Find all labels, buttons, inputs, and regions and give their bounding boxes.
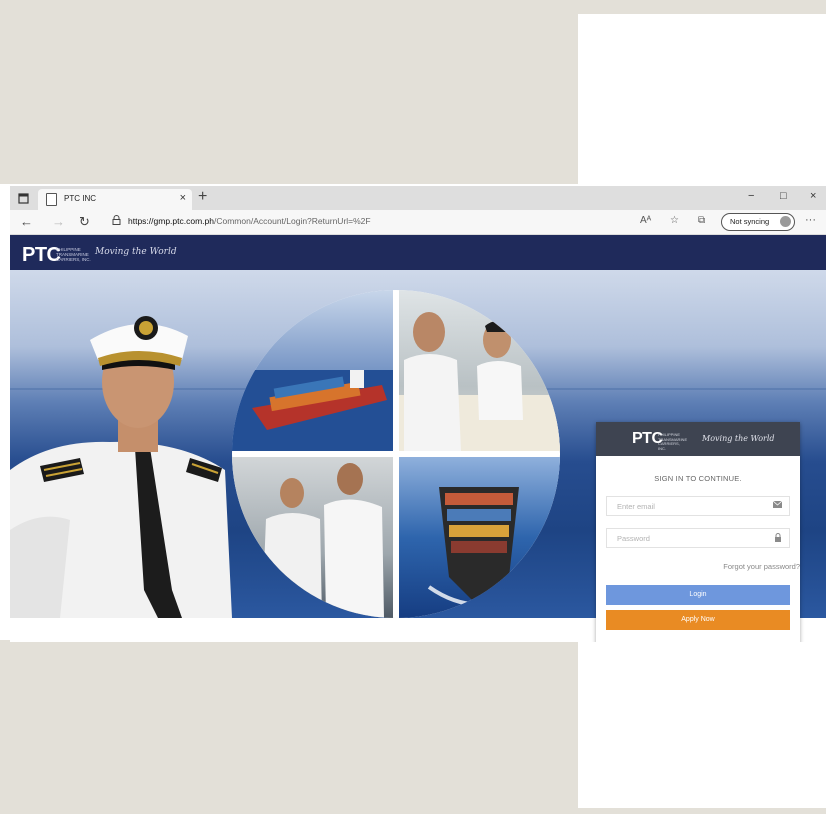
hero-banner: PTC PHILIPPINE TRANSMARINE CARRIERS, INC… (10, 270, 826, 642)
back-icon[interactable]: ← (20, 214, 33, 229)
page-icon (46, 193, 57, 206)
login-button[interactable]: Login (606, 585, 790, 605)
sign-in-title: SIGN IN TO CONTINUE. (654, 474, 742, 483)
tab-title: PTC INC (64, 194, 96, 203)
card-logo-subtext: PHILIPPINE TRANSMARINE CARRIERS, INC. (658, 432, 688, 451)
address-bar: ← → ↻ https://gmp.ptc.com.ph/Common/Acco… (10, 210, 826, 235)
browser-window: PTC INC × + − □ × ← → ↻ https://gmp.ptc.… (10, 186, 826, 642)
tagline: Moving the World (95, 247, 177, 257)
new-tab-button[interactable]: + (198, 188, 207, 206)
envelope-icon (772, 500, 783, 510)
cargo-ship-photo (232, 290, 393, 451)
login-card: PTC PHILIPPINE TRANSMARINE CARRIERS, INC… (596, 422, 800, 642)
officers-chart-photo (399, 290, 560, 451)
forward-icon[interactable]: → (52, 214, 65, 229)
more-menu-icon[interactable]: ··· (805, 214, 816, 226)
tab-bar: PTC INC × + − □ × (10, 186, 826, 210)
url-text: https://gmp.ptc.com.ph/Common/Account/Lo… (128, 216, 371, 226)
url-field[interactable]: https://gmp.ptc.com.ph/Common/Account/Lo… (106, 213, 626, 230)
background-top (0, 0, 826, 14)
tab-close-icon[interactable]: × (180, 192, 186, 204)
sync-label: Not syncing (730, 217, 770, 226)
password-field[interactable] (606, 528, 790, 548)
photo-collage (232, 290, 560, 618)
refresh-icon[interactable]: ↻ (79, 214, 90, 230)
tab-actions-icon[interactable] (16, 191, 30, 205)
email-input[interactable] (607, 497, 777, 515)
read-aloud-icon[interactable]: A͏ᴬ (640, 215, 651, 226)
close-window-button[interactable]: × (810, 190, 816, 202)
apply-now-button[interactable]: Apply Now (606, 610, 790, 630)
browser-tab[interactable]: PTC INC × (38, 189, 192, 210)
background-left (0, 14, 578, 184)
engine-room-photo (232, 457, 393, 618)
favorites-icon[interactable]: ☆ (670, 215, 679, 226)
collections-icon[interactable]: ⧉ (698, 215, 705, 226)
email-field[interactable] (606, 496, 790, 516)
card-tagline: Moving the World (702, 434, 775, 443)
padlock-icon (774, 533, 782, 544)
ship-bow-photo (399, 457, 560, 618)
ptc-logo[interactable]: PTC (22, 244, 61, 267)
forgot-password-link[interactable]: Forgot your password? (723, 562, 800, 571)
background-strip (0, 808, 826, 814)
lock-icon[interactable] (112, 215, 121, 228)
background-bottom (0, 640, 578, 810)
minimize-button[interactable]: − (748, 190, 754, 202)
password-input[interactable] (607, 529, 777, 547)
profile-sync-button[interactable]: Not syncing (721, 213, 795, 231)
restore-button[interactable]: □ (780, 190, 787, 202)
avatar (780, 216, 791, 227)
login-card-header: PTC PHILIPPINE TRANSMARINE CARRIERS, INC… (596, 422, 800, 456)
site-header: PTC PHILIPPINE TRANSMARINE CARRIERS, INC… (10, 235, 826, 270)
officer-illustration (10, 316, 232, 618)
logo-subtext: PHILIPPINE TRANSMARINE CARRIERS, INC. (56, 247, 91, 262)
